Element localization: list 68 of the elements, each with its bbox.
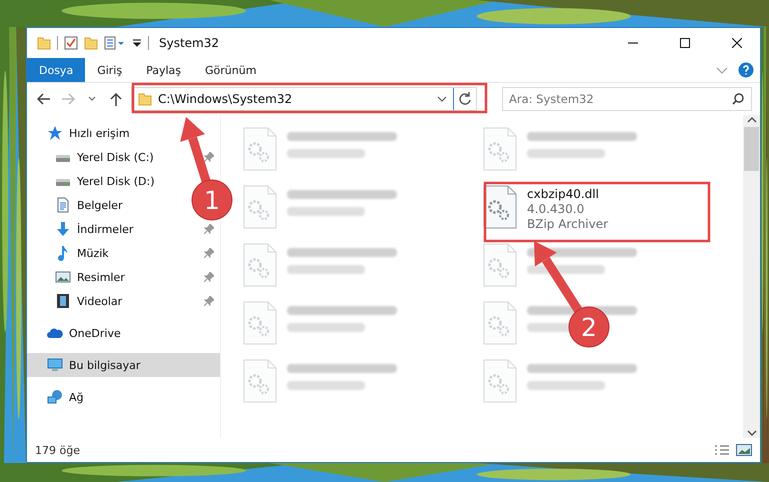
sidebar-item[interactable]: Müzik — [27, 241, 220, 265]
step-number: 2 — [581, 313, 597, 342]
sidebar-item[interactable]: İndirmeler — [27, 217, 220, 241]
settings-file-icon — [483, 301, 517, 345]
settings-file-icon — [483, 185, 517, 229]
folder-icon — [138, 92, 152, 106]
step-badge — [568, 306, 610, 348]
pin-icon[interactable] — [204, 272, 214, 282]
settings-file-icon — [243, 359, 277, 403]
sidebar-item[interactable]: Belgeler — [27, 193, 128, 217]
caret-icon[interactable] — [437, 95, 447, 103]
sidebar-item[interactable]: OneDrive — [27, 321, 127, 345]
monitor-icon — [47, 357, 63, 373]
ribbon-tab[interactable]: Paylaş — [134, 58, 193, 82]
settings-file-icon — [243, 127, 277, 171]
large-icons-view-icon[interactable] — [736, 444, 752, 456]
folder-icon — [37, 36, 51, 50]
address-field[interactable]: C:\Windows\System32 — [131, 87, 477, 111]
step-badge — [192, 180, 232, 220]
close-icon — [732, 38, 742, 48]
ribbon-tab[interactable]: Dosya — [27, 58, 86, 82]
sidebar-item[interactable]: Ağ — [27, 385, 90, 409]
file-name[interactable]: cxbzip40.dll — [527, 187, 608, 201]
checklist-icon[interactable] — [64, 36, 78, 50]
ribbon-tab[interactable]: Giriş — [85, 58, 134, 82]
scroll-up-icon[interactable] — [746, 115, 756, 125]
pin-icon[interactable] — [204, 224, 214, 234]
search-field[interactable]: Ara: System32 — [502, 87, 752, 111]
new-folder-icon — [84, 36, 98, 50]
details-view-icon[interactable] — [714, 444, 730, 456]
back-arrow-icon — [37, 93, 51, 105]
scrollbar[interactable] — [743, 115, 760, 438]
download-icon — [55, 221, 71, 237]
properties-icon[interactable] — [104, 36, 126, 50]
caret-icon — [88, 96, 96, 102]
ribbon-tab[interactable]: Görünüm — [193, 58, 268, 82]
forward-arrow-icon — [61, 93, 75, 105]
star-icon — [47, 125, 63, 141]
file-detail: 4.0.430.0 — [527, 202, 586, 216]
pin-icon[interactable] — [204, 248, 214, 258]
settings-file-icon — [483, 243, 517, 287]
sidebar-item[interactable]: Yerel Disk (C:) — [27, 145, 220, 169]
sidebar-item[interactable]: Videolar — [27, 289, 220, 313]
maximize-icon — [680, 38, 690, 48]
scrollbar-thumb[interactable] — [744, 127, 759, 171]
sidebar-item[interactable]: Resimler — [27, 265, 220, 289]
document-icon — [55, 197, 71, 213]
settings-file-icon — [243, 243, 277, 287]
picture-icon — [55, 269, 71, 285]
sidebar-item[interactable]: Bu bilgisayar — [27, 353, 220, 377]
item-count: 179 öğe — [35, 444, 80, 456]
settings-file-icon — [483, 359, 517, 403]
file-detail: BZip Archiver — [527, 217, 608, 231]
film-icon — [55, 293, 71, 309]
sidebar-item[interactable]: Yerel Disk (D:) — [27, 169, 161, 193]
step-number: 1 — [204, 186, 220, 215]
window-title: System32 — [159, 36, 220, 50]
scroll-down-icon[interactable] — [746, 428, 756, 438]
up-arrow-icon — [110, 92, 122, 106]
pin-icon[interactable] — [204, 152, 214, 162]
search-icon[interactable] — [732, 93, 744, 105]
caret-icon[interactable] — [132, 38, 142, 48]
settings-file-icon — [243, 301, 277, 345]
settings-file-icon — [483, 127, 517, 171]
pin-icon[interactable] — [204, 296, 214, 306]
settings-file-icon — [243, 185, 277, 229]
network-icon — [47, 389, 63, 405]
sidebar-item[interactable]: Hızlı erişim — [27, 121, 136, 145]
